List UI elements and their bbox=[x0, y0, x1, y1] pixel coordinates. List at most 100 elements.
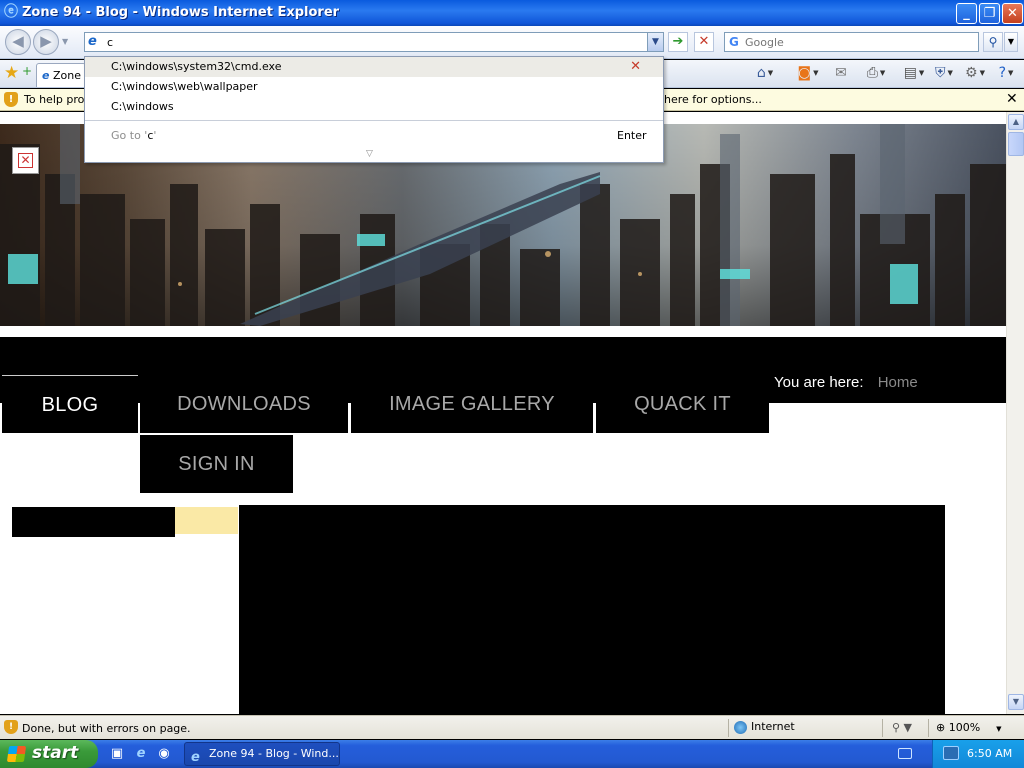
keyboard-icon[interactable] bbox=[898, 748, 912, 759]
zoom-dropdown-icon[interactable]: ▼ bbox=[996, 725, 1001, 733]
home-icon: ⌂ bbox=[756, 65, 766, 81]
status-divider bbox=[728, 719, 729, 737]
address-autocomplete: C:\windows\system32\cmd.exe ✕ C:\windows… bbox=[84, 56, 664, 163]
nav-fill bbox=[293, 433, 1006, 493]
shield-icon: ⛨ bbox=[935, 65, 946, 81]
page-viewport: ✕ BLOG DOWNLOADS IMAGE GALLERY QUACK IT … bbox=[0, 112, 1006, 714]
stop-x-icon: ✕ bbox=[698, 34, 710, 49]
breadcrumb-label: You are here: bbox=[774, 374, 864, 391]
nav-divider bbox=[348, 403, 350, 433]
address-dropdown-button[interactable]: ▼ bbox=[647, 33, 663, 51]
print-button[interactable]: ⎙ ▼ bbox=[858, 64, 894, 82]
close-button[interactable]: ✕ bbox=[1002, 3, 1023, 24]
safety-menu-button[interactable]: ⛨ ▼ bbox=[930, 64, 958, 82]
tab-ie-icon: e bbox=[42, 69, 50, 82]
forward-button[interactable]: ▶ bbox=[33, 29, 59, 55]
go-button[interactable]: ➔ bbox=[668, 32, 688, 52]
delete-entry-icon[interactable]: ✕ bbox=[630, 57, 641, 77]
scroll-thumb[interactable] bbox=[1008, 132, 1024, 156]
read-mail-button[interactable]: ✉ bbox=[832, 64, 850, 82]
scroll-down-icon[interactable]: ▼ bbox=[1008, 694, 1024, 710]
info-message-end: here for options... bbox=[664, 93, 762, 106]
security-zone: Internet bbox=[734, 720, 795, 734]
main-content-block bbox=[239, 505, 945, 714]
stop-button[interactable]: ✕ bbox=[694, 32, 714, 52]
forward-arrow-icon: ▶ bbox=[40, 32, 52, 50]
rss-feed-icon: ◙ bbox=[797, 65, 812, 81]
nav-quack-it[interactable]: QUACK IT bbox=[596, 375, 769, 433]
add-favorites-icon[interactable]: + bbox=[22, 64, 32, 78]
breadcrumb: You are here: Home bbox=[774, 374, 918, 391]
search-options-button[interactable]: ▼ bbox=[1004, 32, 1018, 52]
go-to-entry[interactable]: Go to 'c' bbox=[111, 129, 156, 142]
quicklaunch-explorer-icon[interactable]: ▣ bbox=[108, 745, 126, 763]
favorites-star-icon[interactable]: ★ bbox=[4, 63, 19, 83]
enter-hint: Enter bbox=[617, 129, 647, 142]
tab-zone94[interactable]: e Zone 94 - Blog bbox=[36, 63, 86, 87]
clock[interactable]: 6:50 AM bbox=[967, 747, 1012, 760]
ie-app-icon: ⓔ bbox=[4, 4, 18, 20]
quicklaunch-ie-icon[interactable]: e bbox=[132, 745, 150, 763]
autocomplete-item[interactable]: C:\windows\system32\cmd.exe ✕ bbox=[85, 57, 663, 77]
expand-chevron-icon[interactable]: ▽ bbox=[366, 149, 373, 159]
sidebar-heading-block bbox=[12, 507, 175, 537]
quicklaunch-media-icon[interactable]: ◉ bbox=[155, 745, 173, 763]
search-button[interactable]: ⚲ bbox=[983, 32, 1003, 52]
window-title: Zone 94 - Blog - Windows Internet Explor… bbox=[22, 5, 340, 20]
autocomplete-item[interactable]: C:\windows bbox=[85, 97, 663, 117]
maximize-button[interactable]: ❐ bbox=[979, 3, 1000, 24]
nav-blog[interactable]: BLOG bbox=[2, 375, 138, 433]
tab-label: Zone 94 - Blog bbox=[52, 69, 85, 82]
nav-left-gap bbox=[0, 433, 140, 493]
broken-image-icon: ✕ bbox=[12, 147, 39, 174]
globe-icon bbox=[734, 720, 747, 734]
nav-sign-in[interactable]: SIGN IN bbox=[140, 435, 293, 493]
taskbar-item-ie[interactable]: e Zone 94 - Blog - Wind... bbox=[184, 742, 340, 766]
google-icon: G bbox=[729, 35, 739, 49]
autocomplete-item[interactable]: C:\windows\web\wallpaper bbox=[85, 77, 663, 97]
printer-icon: ⎙ bbox=[866, 65, 878, 81]
nav-divider bbox=[593, 403, 595, 433]
back-button[interactable]: ◀ bbox=[5, 29, 31, 55]
network-icon[interactable] bbox=[943, 746, 959, 760]
search-box[interactable]: G bbox=[724, 32, 979, 52]
page-icon: ▤ bbox=[903, 65, 917, 81]
vertical-scrollbar[interactable]: ▲ ▼ bbox=[1006, 112, 1024, 714]
scroll-up-icon[interactable]: ▲ bbox=[1008, 114, 1024, 130]
back-arrow-icon: ◀ bbox=[12, 32, 24, 50]
sidebar-highlight-block bbox=[175, 507, 238, 534]
magnifier-icon: ⚲ bbox=[988, 35, 998, 49]
taskbar-ie-icon: e bbox=[191, 750, 200, 765]
security-shield-icon: ! bbox=[4, 92, 18, 107]
minimize-button[interactable]: _ bbox=[956, 3, 977, 24]
feeds-button[interactable]: ◙ ▼ bbox=[791, 64, 825, 82]
mail-icon: ✉ bbox=[835, 65, 847, 81]
navigation-bar: ◀ ▶ ▼ e ▼ ➔ ✕ G ⚲ ▼ bbox=[0, 26, 1024, 59]
page-menu-button[interactable]: ▤ ▼ bbox=[900, 64, 928, 82]
page-icon: e bbox=[88, 34, 97, 49]
error-warning-icon[interactable]: ! bbox=[4, 720, 18, 734]
nav-downloads[interactable]: DOWNLOADS bbox=[140, 375, 348, 433]
history-dropdown-icon[interactable]: ▼ bbox=[62, 37, 68, 46]
help-icon: ? bbox=[998, 65, 1007, 81]
address-input[interactable] bbox=[107, 35, 637, 50]
address-bar[interactable]: e ▼ bbox=[84, 32, 664, 52]
zoom-magnifier-icon: ⊕ bbox=[936, 721, 949, 734]
start-button[interactable]: start bbox=[0, 740, 98, 768]
tools-menu-button[interactable]: ⚙ ▼ bbox=[960, 64, 990, 82]
home-button[interactable]: ⌂ ▼ bbox=[749, 64, 781, 82]
go-arrow-icon: ➔ bbox=[672, 34, 684, 49]
breadcrumb-home-link[interactable]: Home bbox=[878, 374, 918, 391]
zoom-level[interactable]: ⊕ 100% ▼ bbox=[936, 721, 1002, 734]
protected-mode-icon[interactable]: ⚲ ▼ bbox=[892, 721, 912, 734]
status-divider bbox=[928, 719, 929, 737]
autocomplete-divider bbox=[85, 120, 663, 121]
search-input[interactable] bbox=[745, 35, 970, 50]
info-close-icon[interactable]: ✕ bbox=[1006, 91, 1018, 107]
status-bar: ! Done, but with errors on page. Interne… bbox=[0, 715, 1024, 739]
banner-gap bbox=[0, 326, 1006, 337]
title-bar: ⓔ Zone 94 - Blog - Windows Internet Expl… bbox=[0, 0, 1024, 26]
nav-image-gallery[interactable]: IMAGE GALLERY bbox=[351, 375, 593, 433]
help-menu-button[interactable]: ? ▼ bbox=[992, 64, 1020, 82]
status-text: Done, but with errors on page. bbox=[22, 722, 191, 735]
